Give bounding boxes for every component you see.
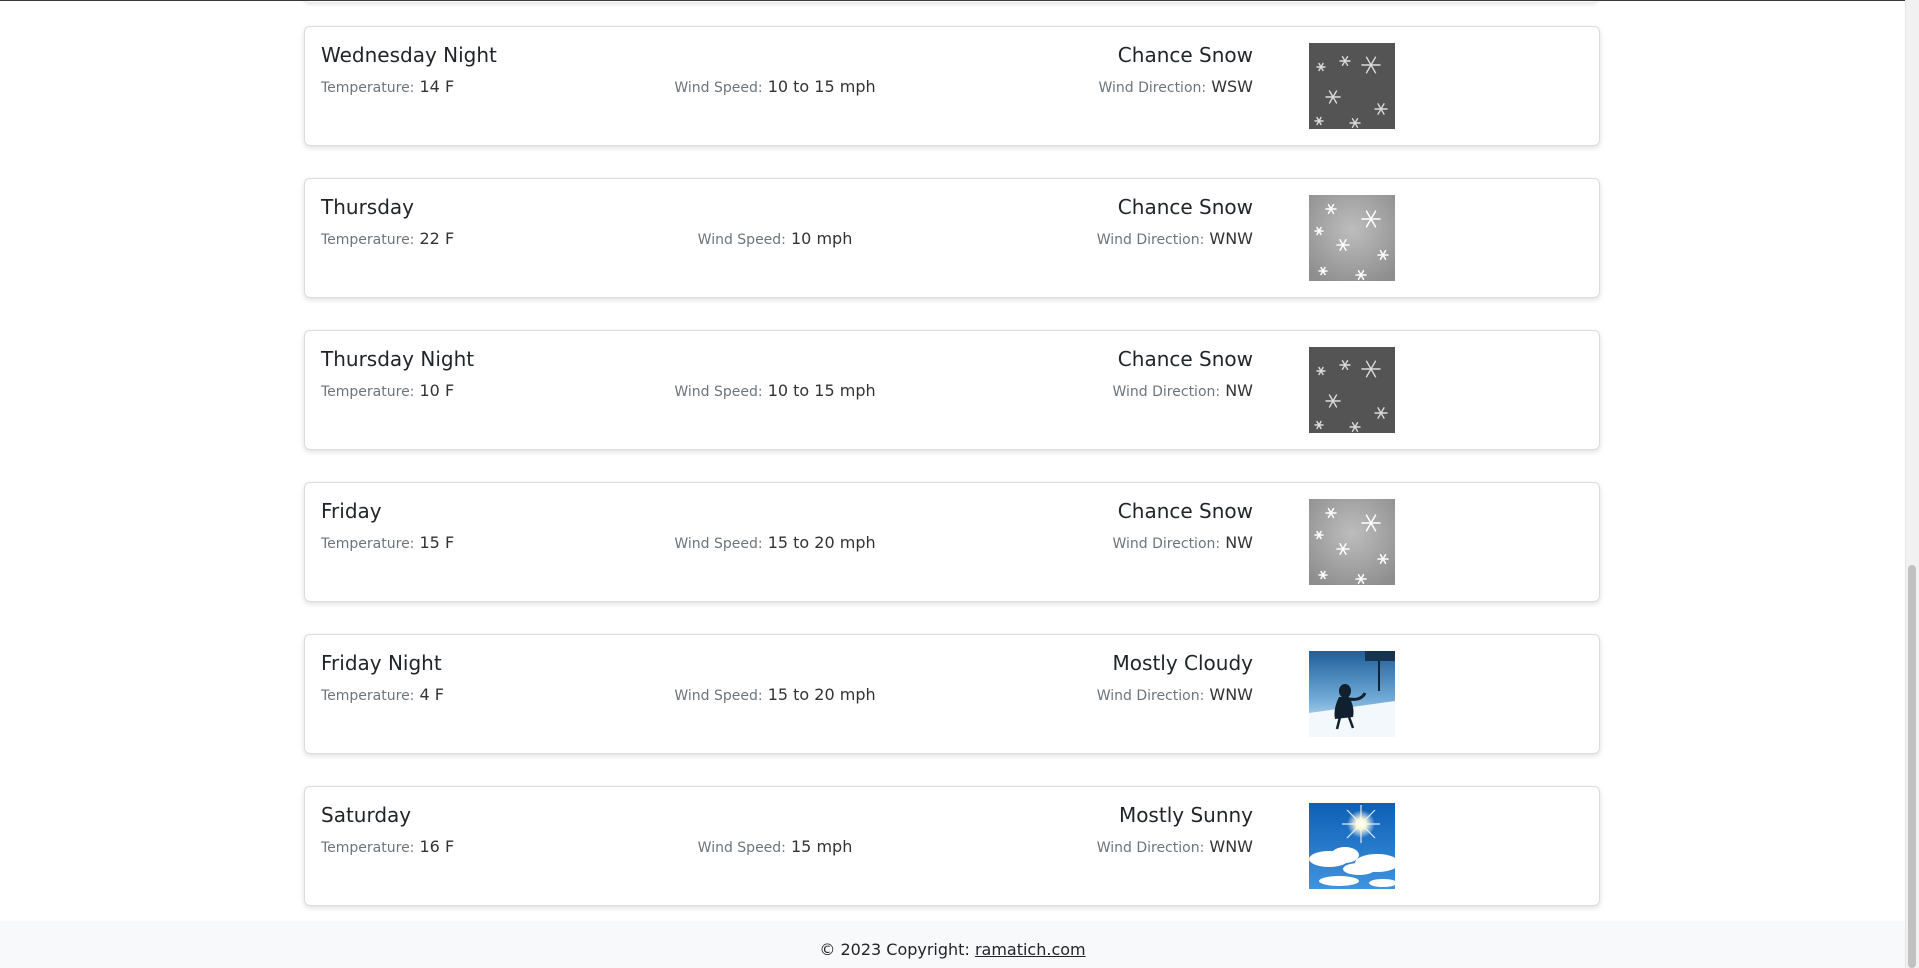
snow-day-icon bbox=[1309, 499, 1395, 585]
wind-speed-label: Wind Speed: bbox=[674, 536, 763, 552]
wind-direction-label: Wind Direction: bbox=[1096, 840, 1205, 856]
short-forecast: Chance Snow bbox=[1117, 195, 1253, 219]
snow-day-icon bbox=[1309, 195, 1395, 281]
wind-direction-field: Wind Direction: WSW bbox=[1099, 77, 1254, 96]
wind-direction-label: Wind Direction: bbox=[1112, 384, 1221, 400]
scrollbar-thumb[interactable] bbox=[1908, 565, 1916, 968]
sunny-sky-icon bbox=[1309, 803, 1395, 889]
top-border-line bbox=[0, 0, 1905, 1]
wind-direction-field: Wind Direction: WNW bbox=[1097, 837, 1253, 856]
snow-night-icon bbox=[1309, 347, 1395, 433]
wind-speed-value: 10 to 15 mph bbox=[767, 381, 876, 400]
wind-direction-value: WSW bbox=[1211, 77, 1253, 96]
short-forecast: Chance Snow bbox=[1117, 499, 1253, 523]
forecast-card: Wednesday Night Temperature: 14 F Wind S… bbox=[304, 26, 1600, 146]
forecast-card: Thursday Temperature: 22 F Wind Speed: 1… bbox=[304, 178, 1600, 298]
wind-direction-value: WNW bbox=[1209, 685, 1253, 704]
wind-direction-value: NW bbox=[1225, 533, 1253, 552]
wind-direction-label: Wind Direction: bbox=[1096, 232, 1205, 248]
forecast-card: Friday Night Temperature: 4 F Wind Speed… bbox=[304, 634, 1600, 754]
period-name: Friday bbox=[321, 499, 382, 523]
wind-direction-label: Wind Direction: bbox=[1112, 536, 1221, 552]
cold-windy-icon bbox=[1309, 651, 1395, 737]
forecast-card: Saturday Temperature: 16 F Wind Speed: 1… bbox=[304, 786, 1600, 906]
forecast-card: Thursday Night Temperature: 10 F Wind Sp… bbox=[304, 330, 1600, 450]
wind-speed-label: Wind Speed: bbox=[697, 232, 786, 248]
period-name: Thursday Night bbox=[321, 347, 475, 371]
wind-speed-label: Wind Speed: bbox=[674, 688, 763, 704]
period-name: Thursday bbox=[321, 195, 414, 219]
wind-speed-label: Wind Speed: bbox=[674, 80, 763, 96]
wind-speed-value: 10 mph bbox=[791, 229, 853, 248]
snow-night-icon bbox=[1309, 43, 1395, 129]
wind-direction-field: Wind Direction: NW bbox=[1113, 533, 1254, 552]
wind-speed-value: 15 to 20 mph bbox=[767, 685, 876, 704]
wind-speed-field: Wind Speed: 15 to 20 mph bbox=[305, 533, 1245, 552]
wind-speed-value: 10 to 15 mph bbox=[767, 77, 876, 96]
forecast-card: Friday Temperature: 15 F Wind Speed: 15 … bbox=[304, 482, 1600, 602]
wind-direction-label: Wind Direction: bbox=[1098, 80, 1207, 96]
short-forecast: Mostly Sunny bbox=[1118, 803, 1253, 827]
wind-direction-value: NW bbox=[1225, 381, 1253, 400]
short-forecast: Mostly Cloudy bbox=[1112, 651, 1253, 675]
period-name: Friday Night bbox=[321, 651, 442, 675]
forecast-list: Wednesday Night Temperature: 14 F Wind S… bbox=[304, 26, 1600, 938]
wind-direction-value: WNW bbox=[1209, 837, 1253, 856]
wind-speed-field: Wind Speed: 10 to 15 mph bbox=[305, 381, 1245, 400]
wind-direction-field: Wind Direction: WNW bbox=[1097, 229, 1253, 248]
footer-site-link[interactable]: ramatich.com bbox=[975, 940, 1086, 959]
wind-speed-label: Wind Speed: bbox=[697, 840, 786, 856]
page-viewport: Wednesday Night Temperature: 14 F Wind S… bbox=[0, 0, 1905, 968]
wind-direction-value: WNW bbox=[1209, 229, 1253, 248]
wind-speed-value: 15 mph bbox=[791, 837, 853, 856]
period-name: Wednesday Night bbox=[321, 43, 497, 67]
wind-direction-field: Wind Direction: WNW bbox=[1097, 685, 1253, 704]
copyright-text: © 2023 Copyright: bbox=[819, 940, 970, 959]
short-forecast: Chance Snow bbox=[1117, 43, 1253, 67]
short-forecast: Chance Snow bbox=[1117, 347, 1253, 371]
period-name: Saturday bbox=[321, 803, 412, 827]
wind-direction-label: Wind Direction: bbox=[1096, 688, 1205, 704]
wind-speed-value: 15 to 20 mph bbox=[767, 533, 876, 552]
wind-direction-field: Wind Direction: NW bbox=[1113, 381, 1254, 400]
footer: © 2023 Copyright: ramatich.com bbox=[0, 921, 1905, 968]
wind-speed-label: Wind Speed: bbox=[674, 384, 763, 400]
